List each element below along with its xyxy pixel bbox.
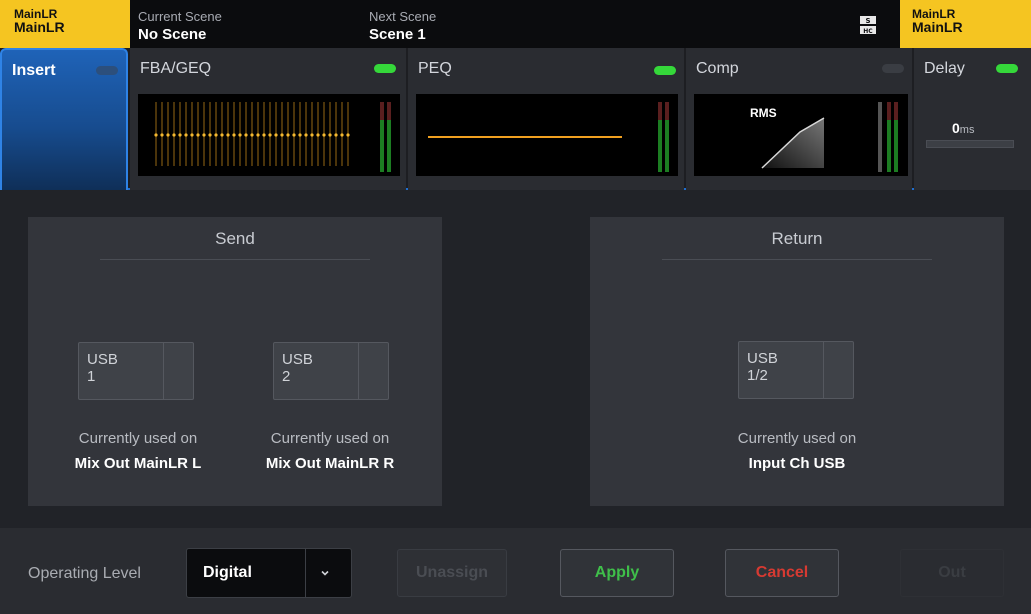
- chevron-down-icon: [319, 566, 331, 584]
- send-port-usb-2[interactable]: USB 2: [273, 342, 389, 400]
- cancel-button[interactable]: Cancel: [725, 549, 839, 597]
- unassign-button[interactable]: Unassign: [397, 549, 507, 597]
- send-port-usb-1[interactable]: USB 1: [78, 342, 194, 400]
- unassign-button-label: Unassign: [415, 564, 488, 581]
- comp-curve: [761, 117, 825, 169]
- peq-preview: [416, 94, 678, 176]
- next-scene-value[interactable]: Scene 1: [369, 26, 426, 43]
- send-port-usb-2-label: USB 2: [282, 351, 313, 385]
- send-panel: Send USB 1 Currently used on Mix Out Mai…: [28, 217, 442, 506]
- comp-meter-left: [887, 102, 891, 172]
- channel-badge-right[interactable]: MainLR MainLR: [900, 0, 1031, 48]
- peq-meter-left: [658, 102, 662, 172]
- peq-meter-right: [665, 102, 669, 172]
- geq-meter-left: [380, 102, 384, 172]
- tab-peq-label: PEQ: [418, 60, 452, 77]
- tab-fba-geq-led: [374, 64, 396, 73]
- return-panel: Return USB 1/2 Currently used on Input C…: [590, 217, 1004, 506]
- operating-level-value: Digital: [203, 564, 252, 581]
- out-button-label: Out: [938, 564, 966, 581]
- return-port-used-label: Currently used on: [737, 430, 857, 447]
- tab-comp-led: [882, 64, 904, 73]
- geq-meter-right: [387, 102, 391, 172]
- current-scene-value[interactable]: No Scene: [138, 26, 206, 43]
- next-scene-label: Next Scene: [369, 9, 437, 24]
- tab-fba-geq[interactable]: FBA/GEQ: [130, 48, 406, 190]
- send-port-2-used-value: Mix Out MainLR R: [265, 455, 395, 472]
- operating-level-select[interactable]: Digital: [186, 548, 352, 598]
- send-port-usb-1-label: USB 1: [87, 351, 118, 385]
- apply-button[interactable]: Apply: [560, 549, 674, 597]
- send-title: Send: [215, 229, 255, 248]
- return-title-rule: [662, 259, 932, 260]
- tab-comp-label: Comp: [696, 60, 739, 77]
- bottom-bar: [0, 528, 1031, 614]
- cancel-button-label: Cancel: [755, 564, 809, 581]
- svg-text:HC: HC: [863, 28, 873, 35]
- return-port-usb-1-2-label: USB 1/2: [747, 350, 778, 384]
- tab-delay[interactable]: Delay 0ms: [914, 48, 1031, 190]
- delay-value: 0: [952, 120, 960, 136]
- comp-meter-right: [894, 102, 898, 172]
- sd-card-icon: S HC: [857, 15, 879, 35]
- tab-insert-label: Insert: [12, 62, 56, 79]
- comp-preview: RMS: [694, 94, 908, 176]
- tab-insert[interactable]: Insert: [0, 48, 128, 190]
- operating-level-divider: [305, 549, 306, 597]
- send-title-rule: [100, 259, 370, 260]
- tab-delay-label: Delay: [924, 60, 965, 77]
- current-scene-label: Current Scene: [138, 9, 222, 24]
- return-port-usb-1-2-divider: [823, 342, 824, 398]
- return-port-used-value: Input Ch USB: [748, 455, 846, 472]
- operating-level-label: Operating Level: [28, 565, 141, 582]
- delay-readout: 0ms: [952, 120, 974, 138]
- tab-comp[interactable]: Comp RMS: [686, 48, 912, 190]
- channel-badge-left[interactable]: MainLR MainLR: [0, 0, 130, 48]
- apply-button-label: Apply: [594, 564, 640, 581]
- tab-fba-geq-label: FBA/GEQ: [140, 60, 212, 77]
- geq-preview-graphic: [154, 102, 350, 166]
- return-port-usb-1-2[interactable]: USB 1/2: [738, 341, 854, 399]
- send-port-1-used-label: Currently used on: [78, 430, 198, 447]
- out-button[interactable]: Out: [900, 549, 1004, 597]
- send-port-2-used-label: Currently used on: [270, 430, 390, 447]
- delay-unit: ms: [959, 124, 975, 136]
- tab-peq-led: [654, 66, 676, 75]
- channel-badge-right-line2: MainLR: [912, 19, 963, 35]
- geq-preview: [138, 94, 400, 176]
- tab-insert-led: [96, 66, 118, 75]
- send-port-1-used-value: Mix Out MainLR L: [74, 455, 202, 472]
- delay-bar: [926, 140, 1014, 148]
- channel-badge-left-line2: MainLR: [14, 19, 65, 35]
- comp-gr-meter: [878, 102, 882, 172]
- return-title: Return: [771, 229, 823, 248]
- send-port-usb-1-divider: [163, 343, 164, 399]
- svg-text:S: S: [865, 17, 870, 25]
- tab-delay-led: [996, 64, 1018, 73]
- send-port-usb-2-divider: [358, 343, 359, 399]
- peq-curve: [428, 136, 622, 138]
- tab-peq[interactable]: PEQ: [408, 48, 684, 190]
